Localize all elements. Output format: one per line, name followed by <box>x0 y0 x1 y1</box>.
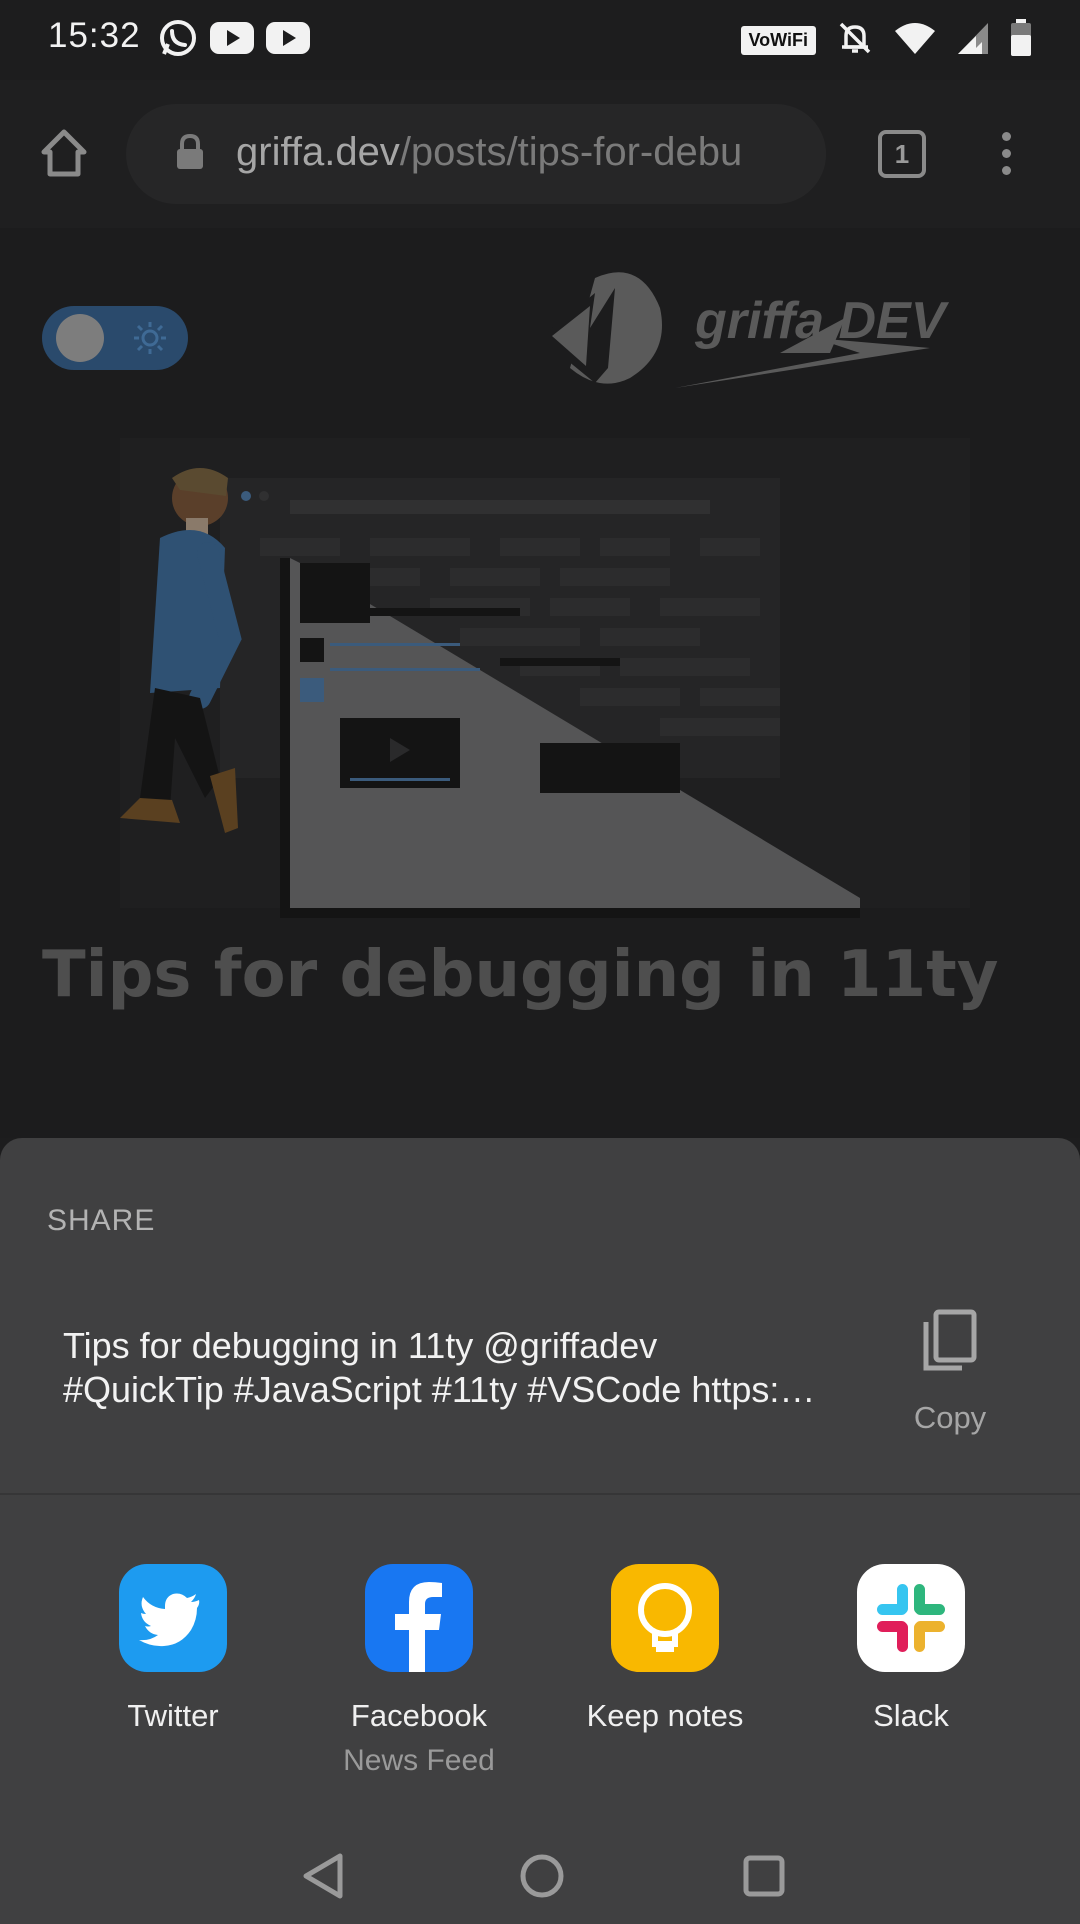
address-bar[interactable]: griffa.dev/posts/tips-for-debu <box>126 104 826 204</box>
theme-toggle[interactable] <box>42 306 188 370</box>
lightbulb-icon <box>611 1564 719 1672</box>
copy-icon <box>922 1308 978 1377</box>
back-icon <box>303 1853 343 1899</box>
home-icon <box>520 1854 564 1898</box>
share-sheet: SHARE Tips for debugging in 11ty @griffa… <box>0 1138 1080 1924</box>
lock-icon <box>174 132 206 177</box>
dot <box>1001 166 1011 175</box>
slack-icon <box>857 1564 965 1672</box>
home-nav-button[interactable] <box>512 1846 572 1906</box>
url-path: /posts/tips-for-debu <box>399 130 743 174</box>
url-text: griffa.dev/posts/tips-for-debu <box>236 130 742 175</box>
recents-icon <box>743 1855 785 1897</box>
site-logo[interactable]: griffa.DEV <box>540 258 1040 413</box>
share-text-line: #QuickTip #JavaScript #11ty #VSCode http… <box>63 1369 816 1410</box>
url-host: griffa.dev <box>236 130 400 174</box>
app-sublabel: News Feed <box>343 1744 495 1777</box>
status-time: 15:32 <box>48 16 141 55</box>
web-page: griffa.DEV Tips for debugging in 11ty <box>0 228 1080 1138</box>
url-fade <box>766 104 826 204</box>
facebook-icon <box>365 1564 473 1672</box>
signal-icon <box>956 21 990 60</box>
app-label: Keep notes <box>586 1698 744 1733</box>
share-target-facebook[interactable]: Facebook News Feed <box>296 1564 542 1804</box>
notification-icons <box>158 18 310 62</box>
sun-icon <box>132 320 168 361</box>
share-target-slack[interactable]: Slack <box>788 1564 1034 1804</box>
home-button[interactable] <box>34 122 94 182</box>
share-text: Tips for debugging in 11ty @griffadev #Q… <box>63 1324 853 1412</box>
article-title[interactable]: Tips for debugging in 11ty <box>42 938 998 1012</box>
navigation-bar <box>0 1824 1080 1924</box>
dot <box>1001 132 1011 141</box>
youtube-icon <box>210 21 254 59</box>
share-target-twitter[interactable]: Twitter <box>50 1564 296 1804</box>
app-label: Twitter <box>127 1698 219 1733</box>
app-label: Facebook <box>350 1698 488 1733</box>
browser-toolbar: griffa.dev/posts/tips-for-debu 1 <box>0 80 1080 228</box>
toggle-knob <box>56 314 104 362</box>
share-heading: SHARE <box>47 1204 156 1237</box>
copy-label: Copy <box>913 1400 987 1435</box>
youtube-icon <box>266 21 310 59</box>
logo-text: griffa.DEV <box>694 292 950 350</box>
recents-button[interactable] <box>734 1846 794 1906</box>
system-icons: VoWiFi <box>740 18 1033 62</box>
status-bar: 15:32 VoWiFi <box>0 0 1080 80</box>
battery-icon <box>1010 18 1032 62</box>
divider <box>0 1493 1080 1495</box>
bell-off-icon <box>836 19 874 62</box>
back-button[interactable] <box>294 1846 354 1906</box>
copy-button[interactable]: Copy <box>900 1308 1000 1435</box>
app-label: Slack <box>873 1698 949 1733</box>
home-icon <box>41 129 87 177</box>
whatsapp-icon <box>158 18 198 63</box>
wifi-icon <box>894 21 936 60</box>
tab-switcher-button[interactable]: 1 <box>878 130 926 178</box>
dot <box>1001 149 1011 158</box>
share-text-line: Tips for debugging in 11ty @griffadev <box>63 1325 658 1366</box>
twitter-icon <box>119 1564 227 1672</box>
hero-illustration <box>100 438 1000 923</box>
overflow-menu-button[interactable] <box>990 126 1022 182</box>
share-target-keep-notes[interactable]: Keep notes <box>542 1564 788 1804</box>
vowifi-badge: VoWiFi <box>740 25 816 55</box>
